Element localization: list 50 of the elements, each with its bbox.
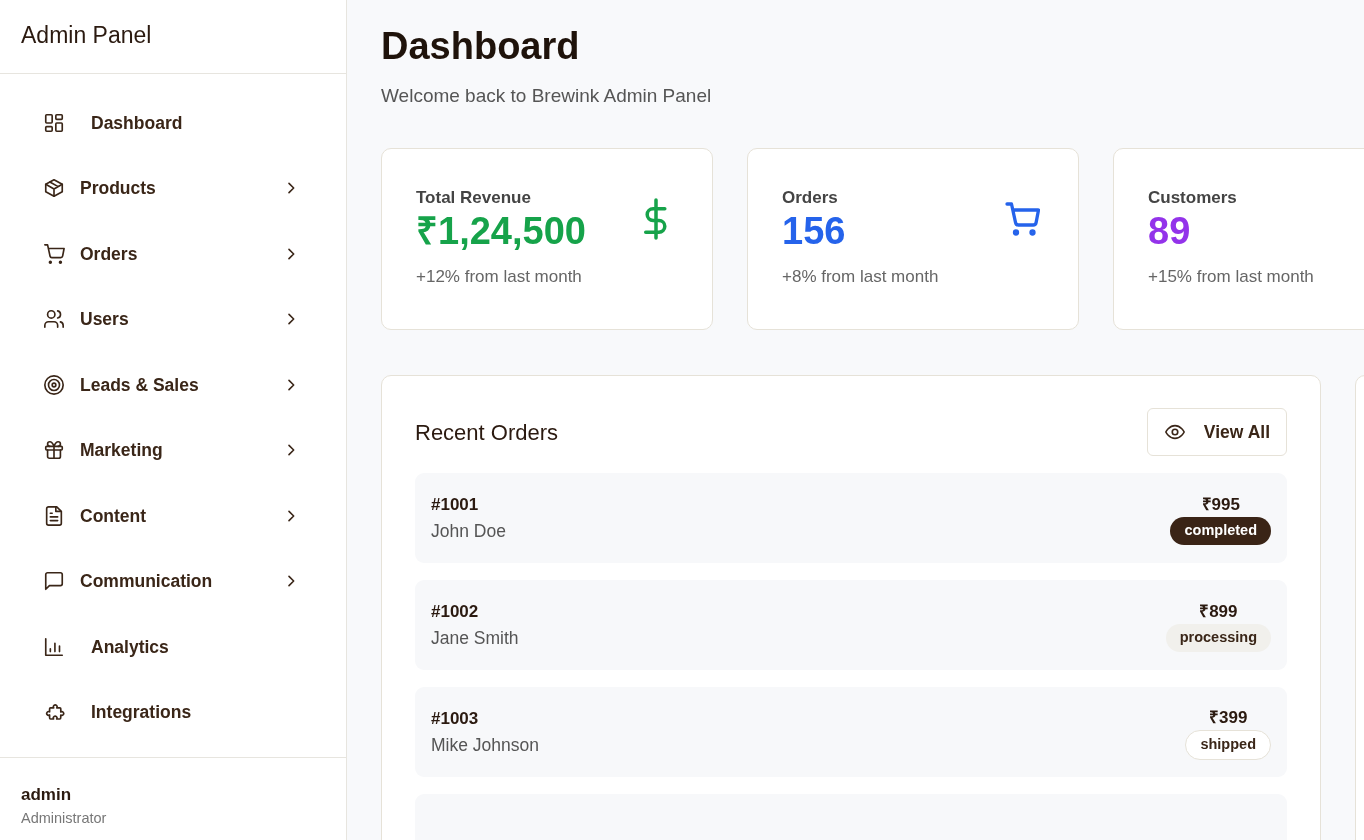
- page-subtitle: Welcome back to Brewink Admin Panel: [381, 83, 713, 108]
- sidebar-item[interactable]: Dashboard: [0, 90, 346, 156]
- card-title: Recent Orders: [415, 418, 559, 447]
- sidebar-item[interactable]: Orders: [0, 221, 346, 287]
- user-name: admin: [21, 784, 73, 806]
- stat-change: +15% from last month: [1148, 266, 1315, 289]
- customer-name: John Doe: [431, 519, 506, 543]
- sidebar-item[interactable]: Products: [0, 155, 346, 221]
- grid-icon: [43, 111, 65, 134]
- order-row[interactable]: #1003 Mike Johnson ₹399 shipped: [415, 687, 1287, 778]
- stat-change: +8% from last month: [782, 266, 940, 289]
- sidebar-item[interactable]: Integrations: [0, 679, 346, 745]
- view-all-button[interactable]: View All: [1146, 408, 1287, 457]
- user-role: Administrator: [21, 808, 108, 828]
- order-id: #1002: [431, 601, 480, 624]
- sidebar-title: Admin Panel: [21, 21, 153, 50]
- gift-icon: [43, 439, 65, 462]
- customer-name: Jane Smith: [431, 626, 519, 650]
- stat-label: Orders: [782, 187, 839, 210]
- status-badge: processing: [1165, 624, 1271, 652]
- chat-icon: [43, 570, 65, 593]
- stat-label: Customers: [1148, 187, 1238, 210]
- order-amount: ₹899: [1198, 600, 1239, 623]
- customer-name: Mike Johnson: [431, 733, 539, 757]
- stat-value: 156: [782, 210, 846, 253]
- users-icon: [43, 308, 65, 331]
- order-id: #1003: [431, 708, 480, 731]
- sidebar-item[interactable]: Leads & Sales: [0, 352, 346, 418]
- sidebar-item[interactable]: Marketing: [0, 417, 346, 483]
- sidebar-item[interactable]: Content: [0, 483, 346, 549]
- status-badge: completed: [1170, 517, 1271, 545]
- cart-icon: [43, 242, 65, 265]
- target-icon: [43, 373, 65, 396]
- order-amount: ₹995: [1200, 493, 1241, 516]
- document-icon: [43, 504, 65, 527]
- bar-chart-icon: [43, 635, 65, 658]
- stat-value: ₹1,24,500: [416, 210, 586, 253]
- stat-value: 89: [1148, 210, 1191, 253]
- status-badge: shipped: [1185, 730, 1271, 760]
- order-id: #1001: [431, 494, 480, 517]
- stat-change: +12% from last month: [416, 266, 583, 289]
- sidebar-item[interactable]: Analytics: [0, 614, 346, 680]
- order-amount: ₹399: [1208, 706, 1249, 729]
- box-icon: [43, 177, 65, 200]
- page-title: Dashboard: [381, 24, 581, 69]
- stat-label: Total Revenue: [416, 187, 532, 210]
- sidebar-item[interactable]: Communication: [0, 548, 346, 614]
- sidebar-item[interactable]: Users: [0, 286, 346, 352]
- order-row[interactable]: #1001 John Doe ₹995 completed: [415, 473, 1287, 564]
- order-row[interactable]: #1002 Jane Smith ₹899 processing: [415, 580, 1287, 671]
